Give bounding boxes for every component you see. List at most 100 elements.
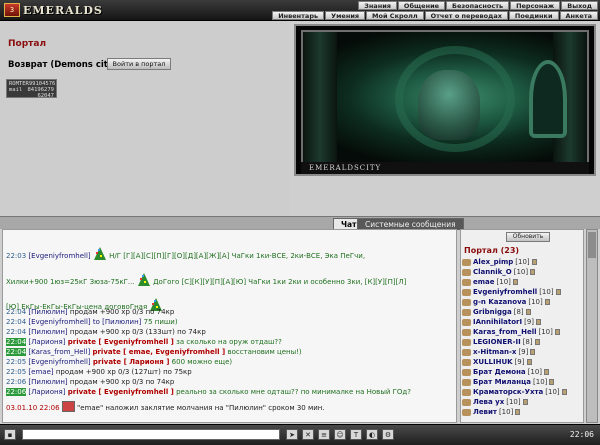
info-icon[interactable]: [512, 279, 518, 285]
user-list-item[interactable]: Alex_pimp [10]: [462, 257, 583, 267]
private-message-icon[interactable]: [462, 378, 471, 386]
private-message-icon[interactable]: [462, 278, 471, 286]
user-list-item[interactable]: LEGIONER-II [8]: [462, 337, 583, 347]
smiles-icon[interactable]: ☺: [334, 429, 346, 440]
translit-icon[interactable]: T: [350, 429, 362, 440]
private-tag[interactable]: private [ emae, Evgeniyfromhell ]: [92, 348, 225, 356]
info-icon[interactable]: [555, 289, 561, 295]
info-icon[interactable]: [544, 369, 550, 375]
info-icon[interactable]: [549, 379, 555, 385]
user-list-scrollbar[interactable]: [586, 229, 598, 423]
private-message-icon[interactable]: [462, 288, 471, 296]
private-message-icon[interactable]: [462, 328, 471, 336]
private-message-icon[interactable]: [462, 268, 471, 276]
chat-mode-icon[interactable]: ▪: [4, 429, 16, 440]
private-message-icon[interactable]: [462, 258, 471, 266]
settings-icon[interactable]: ⚙: [382, 429, 394, 440]
user-name[interactable]: emae: [473, 277, 495, 287]
user-name[interactable]: Evgeniyfromhell: [473, 287, 537, 297]
chat-nick[interactable]: [Evgeniyfromhell]: [28, 358, 90, 366]
user-list-item[interactable]: Левит [10]: [462, 407, 583, 417]
refresh-button[interactable]: Обновить: [506, 232, 550, 242]
private-tag[interactable]: private [ Ларионя ]: [93, 358, 170, 366]
menu-skills[interactable]: Умения: [325, 11, 366, 20]
private-message-icon[interactable]: [462, 408, 471, 416]
user-list-item[interactable]: Брат Демона [10]: [462, 367, 583, 377]
user-name[interactable]: Clannik_O: [473, 267, 512, 277]
private-message-icon[interactable]: [462, 338, 471, 346]
info-icon[interactable]: [522, 399, 528, 405]
user-list-item[interactable]: Clannik_O [10]: [462, 267, 583, 277]
clear-icon[interactable]: ✕: [302, 429, 314, 440]
user-name[interactable]: XULLIHUK: [473, 357, 513, 367]
filter-icon[interactable]: ≡: [318, 429, 330, 440]
color-icon[interactable]: ◐: [366, 429, 378, 440]
user-name[interactable]: Левит: [473, 407, 497, 417]
info-icon[interactable]: [544, 299, 550, 305]
chat-nick[interactable]: [Evgeniyfromhell]: [28, 318, 90, 326]
menu-profile[interactable]: Анкета: [559, 11, 598, 20]
user-list-item[interactable]: Краматорск-Ухта [10]: [462, 387, 583, 397]
user-list-item[interactable]: g-n Kazanova [10]: [462, 297, 583, 307]
info-icon[interactable]: [515, 409, 521, 415]
menu-security[interactable]: Безопасность: [446, 1, 510, 10]
chat-recipient[interactable]: to [Пилюлин]: [93, 318, 142, 326]
user-list-item[interactable]: XULLIHUK [9]: [462, 357, 583, 367]
info-icon[interactable]: [530, 349, 536, 355]
private-message-icon[interactable]: [462, 348, 471, 356]
private-message-icon[interactable]: [462, 298, 471, 306]
user-list-item[interactable]: Gribnigga [8]: [462, 307, 583, 317]
user-list-item[interactable]: Брат Миланца [10]: [462, 377, 583, 387]
user-name[interactable]: Брат Демона: [473, 367, 526, 377]
info-icon[interactable]: [525, 309, 531, 315]
menu-exit[interactable]: Выход: [561, 1, 598, 10]
menu-communication[interactable]: Общение: [397, 1, 446, 10]
send-icon[interactable]: ➤: [286, 429, 298, 440]
user-name[interactable]: Alex_pimp: [473, 257, 513, 267]
chat-nick[interactable]: [emae]: [28, 368, 53, 376]
user-name[interactable]: Karas_from_Hell: [473, 327, 537, 337]
user-list-item[interactable]: Karas_from_Hell [10]: [462, 327, 583, 337]
private-tag[interactable]: private [ Evgeniyfromhell ]: [68, 338, 174, 346]
user-name[interactable]: LEGIONER-II: [473, 337, 521, 347]
user-name[interactable]: g-n Kazanova: [473, 297, 526, 307]
counter-badge[interactable]: ROMTER 99104576 mail 84196279 62047: [6, 79, 57, 98]
chat-nick[interactable]: [Пилюлин]: [28, 328, 67, 336]
private-message-icon[interactable]: [462, 398, 471, 406]
info-icon[interactable]: [530, 269, 536, 275]
private-message-icon[interactable]: [462, 368, 471, 376]
user-name[interactable]: Брат Миланца: [473, 377, 531, 387]
private-message-icon[interactable]: [462, 308, 471, 316]
private-message-icon[interactable]: [462, 318, 471, 326]
user-list-item[interactable]: x-Hitman-x [9]: [462, 347, 583, 357]
menu-character[interactable]: Персонаж: [510, 1, 561, 10]
private-tag[interactable]: private [ Evgeniyfromhell ]: [68, 388, 174, 396]
menu-my-scroll[interactable]: Мой Скролл: [366, 11, 424, 20]
menu-transfer-report[interactable]: Отчет о переводах: [424, 11, 508, 20]
info-icon[interactable]: [526, 359, 532, 365]
chat-window[interactable]: 22:03 [Evgeniyfromhell] Н/Г [Г][А][С][П]…: [2, 229, 457, 423]
user-name[interactable]: Краматорск-Ухта: [473, 387, 543, 397]
user-name[interactable]: Лева ух: [473, 397, 504, 407]
chat-nick[interactable]: [Evgeniyfromhell]: [28, 252, 90, 260]
user-list-item[interactable]: emae [10]: [462, 277, 583, 287]
chat-input[interactable]: [22, 429, 280, 440]
chat-nick[interactable]: [Ларионя]: [28, 388, 65, 396]
user-name[interactable]: Gribnigga: [473, 307, 512, 317]
chat-nick[interactable]: [Пилюлин]: [28, 308, 67, 316]
user-list-item[interactable]: Evgeniyfromhell [10]: [462, 287, 583, 297]
user-list-item[interactable]: IAnnihilatorI [9]: [462, 317, 583, 327]
menu-duels[interactable]: Поединки: [508, 11, 559, 20]
info-icon[interactable]: [536, 319, 542, 325]
private-message-icon[interactable]: [462, 358, 471, 366]
menu-knowledge[interactable]: Знания: [358, 1, 397, 10]
menu-inventory[interactable]: Инвентарь: [272, 11, 325, 20]
chat-nick[interactable]: [Ларионя]: [28, 338, 65, 346]
info-icon[interactable]: [531, 259, 537, 265]
user-name[interactable]: IAnnihilatorI: [473, 317, 522, 327]
info-icon[interactable]: [534, 339, 540, 345]
info-icon[interactable]: [561, 389, 567, 395]
chat-nick[interactable]: [Karas_from_Hell]: [28, 348, 90, 356]
user-name[interactable]: x-Hitman-x: [473, 347, 516, 357]
chat-nick[interactable]: [Пилюлин]: [28, 378, 67, 386]
